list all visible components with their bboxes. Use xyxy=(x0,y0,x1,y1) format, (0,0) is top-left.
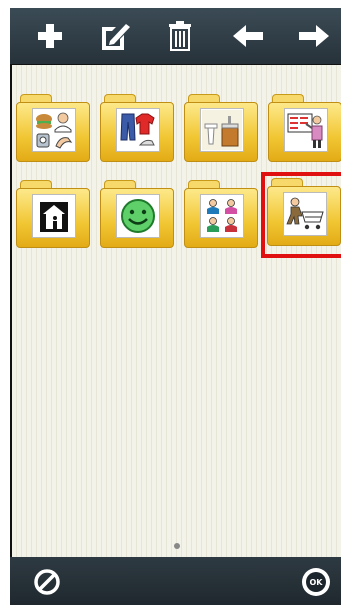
top-toolbar xyxy=(10,8,341,65)
page-indicator-dot xyxy=(174,543,180,549)
folder-clothes[interactable] xyxy=(100,94,174,162)
bathroom-picture xyxy=(200,108,244,152)
cancel-icon xyxy=(34,569,60,595)
folder-food-health[interactable] xyxy=(16,94,90,162)
food-doctor-picture xyxy=(32,108,76,152)
ok-button[interactable]: OK xyxy=(302,568,330,596)
clothes-picture xyxy=(116,108,160,152)
ok-icon: OK xyxy=(306,572,326,592)
people-picture xyxy=(200,194,244,238)
folder-school[interactable] xyxy=(268,94,341,162)
smiley-picture xyxy=(116,194,160,238)
bottom-bar: OK xyxy=(10,557,341,605)
plus-icon xyxy=(38,24,62,48)
trash-icon xyxy=(169,21,191,51)
back-button[interactable] xyxy=(228,18,268,54)
delete-button[interactable] xyxy=(160,18,200,54)
folder-shopping[interactable] xyxy=(267,178,341,246)
cancel-button[interactable] xyxy=(32,567,62,597)
add-button[interactable] xyxy=(30,18,70,54)
teacher-board-picture xyxy=(284,108,328,152)
edit-icon xyxy=(102,24,130,50)
shopping-cart-picture xyxy=(283,192,327,236)
house-picture xyxy=(32,194,76,238)
folder-feelings[interactable] xyxy=(100,180,174,248)
forward-button[interactable] xyxy=(294,18,334,54)
arrow-left-icon xyxy=(233,25,263,47)
edit-button[interactable] xyxy=(96,18,136,54)
folder-bathroom[interactable] xyxy=(184,94,258,162)
arrow-right-icon xyxy=(299,25,329,47)
folder-people[interactable] xyxy=(184,180,258,248)
folder-home[interactable] xyxy=(16,180,90,248)
